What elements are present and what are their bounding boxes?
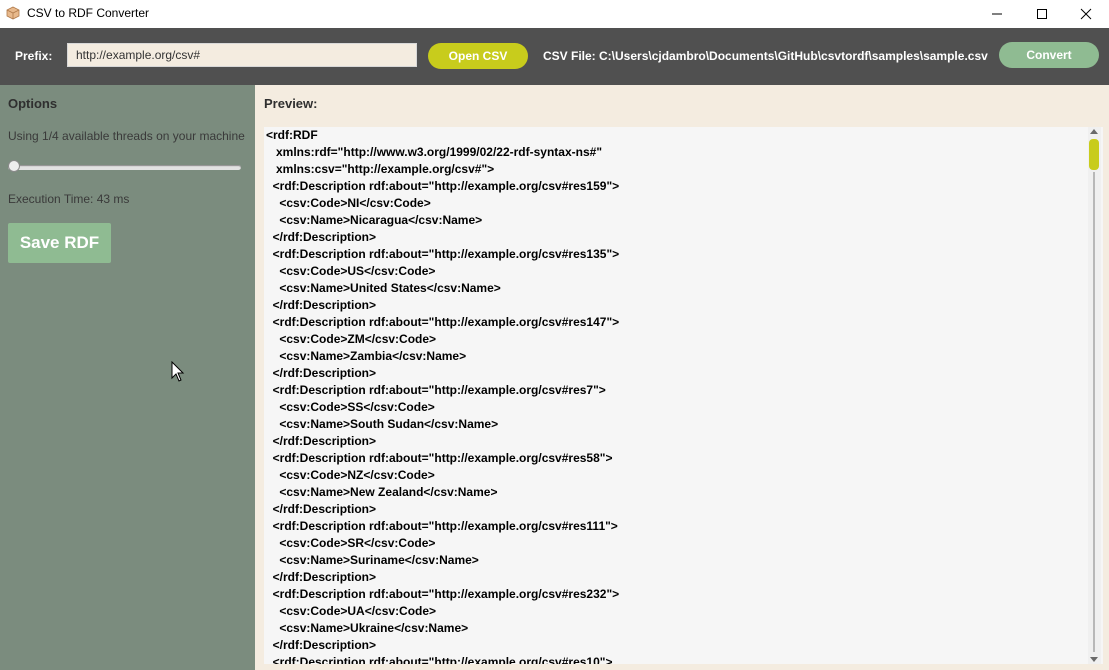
csv-file-path: CSV File: C:\Users\cjdambro\Documents\Gi… xyxy=(543,49,988,63)
window-title: CSV to RDF Converter xyxy=(27,6,150,20)
preview-line: </rdf:Description> xyxy=(266,230,377,244)
scroll-thumb[interactable] xyxy=(1089,139,1099,170)
preview-line: <rdf:Description rdf:about="http://examp… xyxy=(266,247,620,261)
minimize-icon xyxy=(992,13,1002,15)
threads-slider[interactable] xyxy=(8,160,241,173)
toolbar: Prefix: Open CSV CSV File: C:\Users\cjda… xyxy=(0,28,1109,85)
preview-scrollbar[interactable] xyxy=(1088,127,1101,664)
preview-line: </rdf:Description> xyxy=(266,366,377,380)
preview-line: <csv:Name>Suriname</csv:Name> xyxy=(266,553,479,567)
mouse-cursor-icon xyxy=(171,361,185,382)
preview-line: <csv:Name>New Zealand</csv:Name> xyxy=(266,485,498,499)
preview-text-area[interactable]: <rdf:RDF xmlns:rdf="http://www.w3.org/19… xyxy=(264,127,1103,664)
maximize-icon xyxy=(1037,9,1047,19)
preview-line: <rdf:Description rdf:about="http://examp… xyxy=(266,519,618,533)
preview-line: </rdf:Description> xyxy=(266,434,377,448)
scroll-up-arrow-icon[interactable] xyxy=(1090,129,1098,134)
maximize-button[interactable] xyxy=(1019,0,1065,28)
preview-line: xmlns:csv="http://example.org/csv#"> xyxy=(266,162,495,176)
close-button[interactable] xyxy=(1063,0,1109,28)
minimize-button[interactable] xyxy=(974,0,1020,28)
preview-line: <csv:Name>Ukraine</csv:Name> xyxy=(266,621,469,635)
preview-line: <rdf:Description rdf:about="http://examp… xyxy=(266,587,620,601)
preview-line: </rdf:Description> xyxy=(266,502,377,516)
open-csv-button[interactable]: Open CSV xyxy=(428,43,528,69)
save-rdf-button[interactable]: Save RDF xyxy=(8,223,111,263)
preview-line: <csv:Code>NZ</csv:Code> xyxy=(266,468,435,482)
preview-line: <csv:Name>South Sudan</csv:Name> xyxy=(266,417,499,431)
preview-line: <csv:Name>Nicaragua</csv:Name> xyxy=(266,213,483,227)
slider-thumb[interactable] xyxy=(8,160,20,172)
preview-line: <rdf:Description rdf:about="http://examp… xyxy=(266,315,620,329)
prefix-label: Prefix: xyxy=(15,49,53,63)
preview-line: <csv:Code>UA</csv:Code> xyxy=(266,604,437,618)
preview-title: Preview: xyxy=(264,96,318,111)
execution-time: Execution Time: 43 ms xyxy=(8,192,130,206)
preview-line: <csv:Name>United States</csv:Name> xyxy=(266,281,501,295)
preview-line: <rdf:Description rdf:about="http://examp… xyxy=(266,179,620,193)
app-cube-icon xyxy=(6,6,20,20)
slider-track xyxy=(8,165,241,170)
preview-line: <csv:Code>NI</csv:Code> xyxy=(266,196,431,210)
preview-line: <csv:Code>SS</csv:Code> xyxy=(266,400,435,414)
preview-line: <csv:Code>US</csv:Code> xyxy=(266,264,436,278)
scroll-rail xyxy=(1093,172,1095,652)
preview-line: <rdf:Description rdf:about="http://examp… xyxy=(266,451,613,465)
preview-line: <csv:Name>Zambia</csv:Name> xyxy=(266,349,467,363)
preview-line: </rdf:Description> xyxy=(266,570,377,584)
prefix-input[interactable] xyxy=(67,43,417,67)
convert-button[interactable]: Convert xyxy=(999,42,1099,68)
threads-info: Using 1/4 available threads on your mach… xyxy=(8,129,245,143)
preview-line: </rdf:Description> xyxy=(266,298,377,312)
preview-line: <rdf:Description rdf:about="http://examp… xyxy=(266,655,613,665)
preview-lines: <rdf:RDF xmlns:rdf="http://www.w3.org/19… xyxy=(266,128,620,665)
preview-panel: Preview: <rdf:RDF xmlns:rdf="http://www.… xyxy=(255,85,1109,670)
scroll-down-arrow-icon[interactable] xyxy=(1090,657,1098,662)
preview-line: <csv:Code>ZM</csv:Code> xyxy=(266,332,437,346)
preview-line: <csv:Code>SR</csv:Code> xyxy=(266,536,436,550)
title-bar: CSV to RDF Converter xyxy=(0,0,1109,28)
preview-line: <rdf:RDF xyxy=(266,128,318,142)
preview-line: xmlns:rdf="http://www.w3.org/1999/02/22-… xyxy=(266,145,603,159)
close-icon xyxy=(1080,8,1092,20)
options-title: Options xyxy=(8,96,58,111)
preview-line: </rdf:Description> xyxy=(266,638,377,652)
options-sidebar: Options Using 1/4 available threads on y… xyxy=(0,85,255,670)
preview-line: <rdf:Description rdf:about="http://examp… xyxy=(266,383,606,397)
